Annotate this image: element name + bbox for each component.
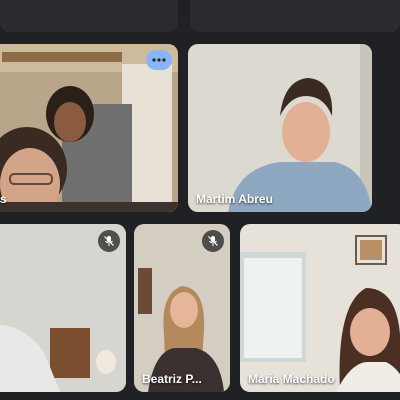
mic-off-indicator [202, 230, 224, 252]
mic-off-icon [104, 236, 114, 246]
mic-off-icon [208, 236, 218, 246]
participant-tile-2[interactable]: Martim Abreu [188, 44, 372, 212]
participant-tile-3[interactable] [0, 224, 126, 392]
participant-name-1: s [0, 192, 7, 206]
participant-name-5: Maria Machado [248, 372, 335, 386]
participant-tile-1[interactable]: s [0, 44, 178, 212]
mic-off-indicator [98, 230, 120, 252]
more-options-icon [152, 58, 166, 62]
top-partial-tile-left [0, 0, 178, 32]
participant-tile-5[interactable]: Maria Machado [240, 224, 400, 392]
more-options-button[interactable] [146, 50, 172, 70]
video-feed-5 [240, 224, 400, 392]
top-partial-tile-right [190, 0, 400, 32]
participant-name-2: Martim Abreu [196, 192, 273, 206]
participant-name-4: Beatriz P... [142, 372, 202, 386]
video-feed-2 [188, 44, 372, 212]
participant-tile-4[interactable]: Beatriz P... [134, 224, 230, 392]
